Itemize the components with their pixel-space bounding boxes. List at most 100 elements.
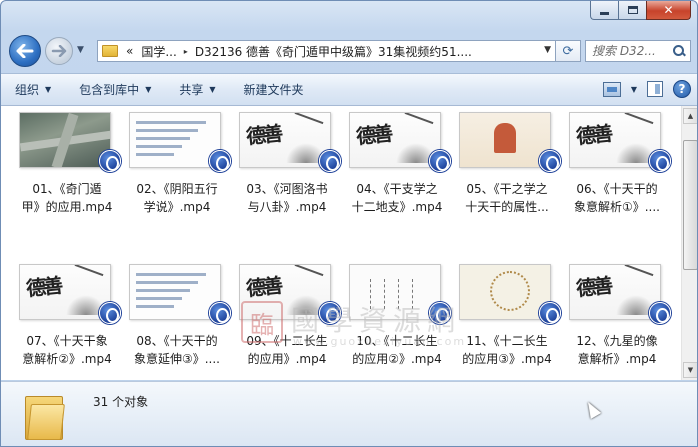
video-thumbnail — [129, 264, 221, 320]
file-item[interactable]: 10、《十二长生 的应用②》.mp4 — [345, 264, 451, 374]
share-menu[interactable]: 共享 ▼ — [165, 74, 229, 105]
minimize-icon — [600, 11, 609, 15]
include-library-label: 包含到库中 — [79, 83, 140, 97]
back-button[interactable] — [9, 35, 41, 67]
file-item[interactable]: 02、《阴阳五行 学说》.mp4 — [125, 112, 231, 222]
file-item[interactable]: 德善 12、《九星的像 意解析》.mp4 — [565, 264, 671, 374]
video-player-icon — [99, 150, 121, 172]
file-item[interactable]: 德善 04、《干支学之 十二地支》.mp4 — [345, 112, 451, 222]
chevron-down-icon: ▼ — [45, 85, 52, 94]
folder-icon — [102, 45, 118, 57]
file-item[interactable]: 德善 06、《十天干的 象意解析①》.... — [565, 112, 671, 222]
file-name: 06、《十天干的 象意解析①》.... — [573, 182, 661, 214]
file-name: 11、《十二长生 的应用③》.mp4 — [462, 334, 552, 366]
preview-pane-icon[interactable] — [647, 81, 663, 97]
change-view-icon[interactable] — [602, 81, 621, 97]
video-player-icon — [429, 302, 451, 324]
forward-arrow-icon — [51, 45, 67, 57]
video-player-icon — [319, 150, 341, 172]
item-count: 31 个对象 — [93, 395, 149, 409]
view-options-dropdown[interactable]: ▼ — [631, 85, 637, 94]
file-item[interactable]: 德善 09、《十二长生 的应用》.mp4 — [235, 264, 341, 374]
address-dropdown-icon[interactable]: ▼ — [544, 45, 551, 55]
thumbnail-brush-text: 德善 — [354, 121, 392, 149]
breadcrumb-separator[interactable]: ▸ — [181, 47, 191, 56]
file-name: 10、《十二长生 的应用②》.mp4 — [352, 334, 442, 366]
breadcrumb-current-folder[interactable]: D32136 德善《奇门遁甲中级篇》31集视频约51.... — [191, 43, 476, 60]
file-name: 07、《十天干象 意解析②》.mp4 — [22, 334, 112, 366]
video-thumbnail — [129, 112, 221, 168]
refresh-icon: ⟳ — [562, 43, 574, 59]
thumbnail-brush-text: 德善 — [244, 121, 282, 149]
address-overflow[interactable]: « — [122, 44, 137, 58]
maximize-button[interactable] — [618, 1, 646, 20]
file-name: 01、《奇门遁 甲》的应用.mp4 — [21, 182, 113, 214]
file-name: 03、《河图洛书 与八卦》.mp4 — [246, 182, 328, 214]
navigation-bar: ▼ « 国学... ▸ D32136 德善《奇门遁甲中级篇》31集视频约51..… — [1, 31, 697, 69]
file-list[interactable]: 01、《奇门遁 甲》的应用.mp4 02、《阴阳五行 学说》.mp4 德善 03、《河… — [1, 106, 681, 380]
file-item[interactable]: 德善 03、《河图洛书 与八卦》.mp4 — [235, 112, 341, 222]
new-folder-button[interactable]: 新建文件夹 — [230, 74, 318, 105]
video-thumbnail: 德善 — [569, 264, 661, 320]
file-name: 05、《干之学之 十天干的属性... — [465, 182, 549, 214]
video-player-icon — [539, 302, 561, 324]
video-player-icon — [429, 150, 451, 172]
address-bar[interactable]: « 国学... ▸ D32136 德善《奇门遁甲中级篇》31集视频约51....… — [97, 40, 555, 62]
video-thumbnail: 德善 — [239, 112, 331, 168]
include-in-library-menu[interactable]: 包含到库中 ▼ — [65, 74, 165, 105]
scroll-up-button[interactable]: ▲ — [683, 108, 697, 124]
view-controls: ▼ ? — [602, 80, 691, 98]
share-label: 共享 — [179, 83, 204, 97]
file-name: 08、《十天干的 象意延伸③》.... — [133, 334, 221, 366]
video-thumbnail: 德善 — [19, 264, 111, 320]
video-thumbnail: 德善 — [239, 264, 331, 320]
thumbnail-brush-text: 德善 — [244, 273, 282, 301]
thumbnail-brush-text: 德善 — [24, 273, 62, 301]
forward-button[interactable] — [45, 37, 73, 65]
recent-pages-dropdown[interactable]: ▼ — [77, 45, 84, 55]
search-input[interactable] — [592, 44, 672, 58]
file-item[interactable]: 德善 07、《十天干象 意解析②》.mp4 — [15, 264, 121, 374]
thumbnail-brush-text: 德善 — [574, 121, 612, 149]
video-player-icon — [209, 302, 231, 324]
video-thumbnail — [19, 112, 111, 168]
close-button[interactable]: ✕ — [646, 1, 691, 20]
file-name: 04、《干支学之 十二地支》.mp4 — [351, 182, 443, 214]
search-icon[interactable] — [672, 44, 686, 58]
caption-buttons: ✕ — [590, 1, 691, 20]
search-box[interactable] — [585, 40, 691, 62]
folder-large-icon — [25, 392, 65, 440]
file-name: 12、《九星的像 意解析》.mp4 — [576, 334, 658, 366]
command-bar: 组织 ▼ 包含到库中 ▼ 共享 ▼ 新建文件夹 ▼ ? — [1, 73, 697, 106]
video-player-icon — [649, 150, 671, 172]
help-icon[interactable]: ? — [673, 80, 691, 98]
video-player-icon — [649, 302, 671, 324]
maximize-icon — [627, 6, 638, 14]
explorer-window: ✕ ▼ « 国学... ▸ D32136 德善《奇门遁甲中级篇》31集视频约51… — [0, 0, 698, 447]
close-icon: ✕ — [663, 3, 674, 17]
chevron-down-icon: ▼ — [145, 85, 152, 94]
video-player-icon — [539, 150, 561, 172]
video-player-icon — [319, 302, 341, 324]
file-item[interactable]: 08、《十天干的 象意延伸③》.... — [125, 264, 231, 374]
organize-menu[interactable]: 组织 ▼ — [1, 74, 65, 105]
new-folder-label: 新建文件夹 — [243, 83, 304, 97]
video-player-icon — [99, 302, 121, 324]
file-item[interactable]: 11、《十二长生 的应用③》.mp4 — [455, 264, 561, 374]
back-arrow-icon — [16, 44, 34, 58]
video-thumbnail — [459, 112, 551, 168]
file-item[interactable]: 05、《干之学之 十天干的属性... — [455, 112, 561, 222]
video-player-icon — [209, 150, 231, 172]
file-item[interactable]: 01、《奇门遁 甲》的应用.mp4 — [15, 112, 121, 222]
minimize-button[interactable] — [590, 1, 618, 20]
breadcrumb-guoxue[interactable]: 国学... — [137, 43, 180, 60]
chevron-down-icon: ▼ — [209, 85, 216, 94]
video-thumbnail — [459, 264, 551, 320]
scroll-down-button[interactable]: ▼ — [683, 362, 697, 378]
scroll-thumb[interactable] — [683, 140, 697, 270]
file-name: 02、《阴阳五行 学说》.mp4 — [136, 182, 218, 214]
vertical-scrollbar[interactable]: ▲ ▼ — [681, 106, 697, 380]
video-thumbnail: 德善 — [569, 112, 661, 168]
refresh-button[interactable]: ⟳ — [555, 40, 581, 62]
organize-label: 组织 — [15, 83, 40, 97]
